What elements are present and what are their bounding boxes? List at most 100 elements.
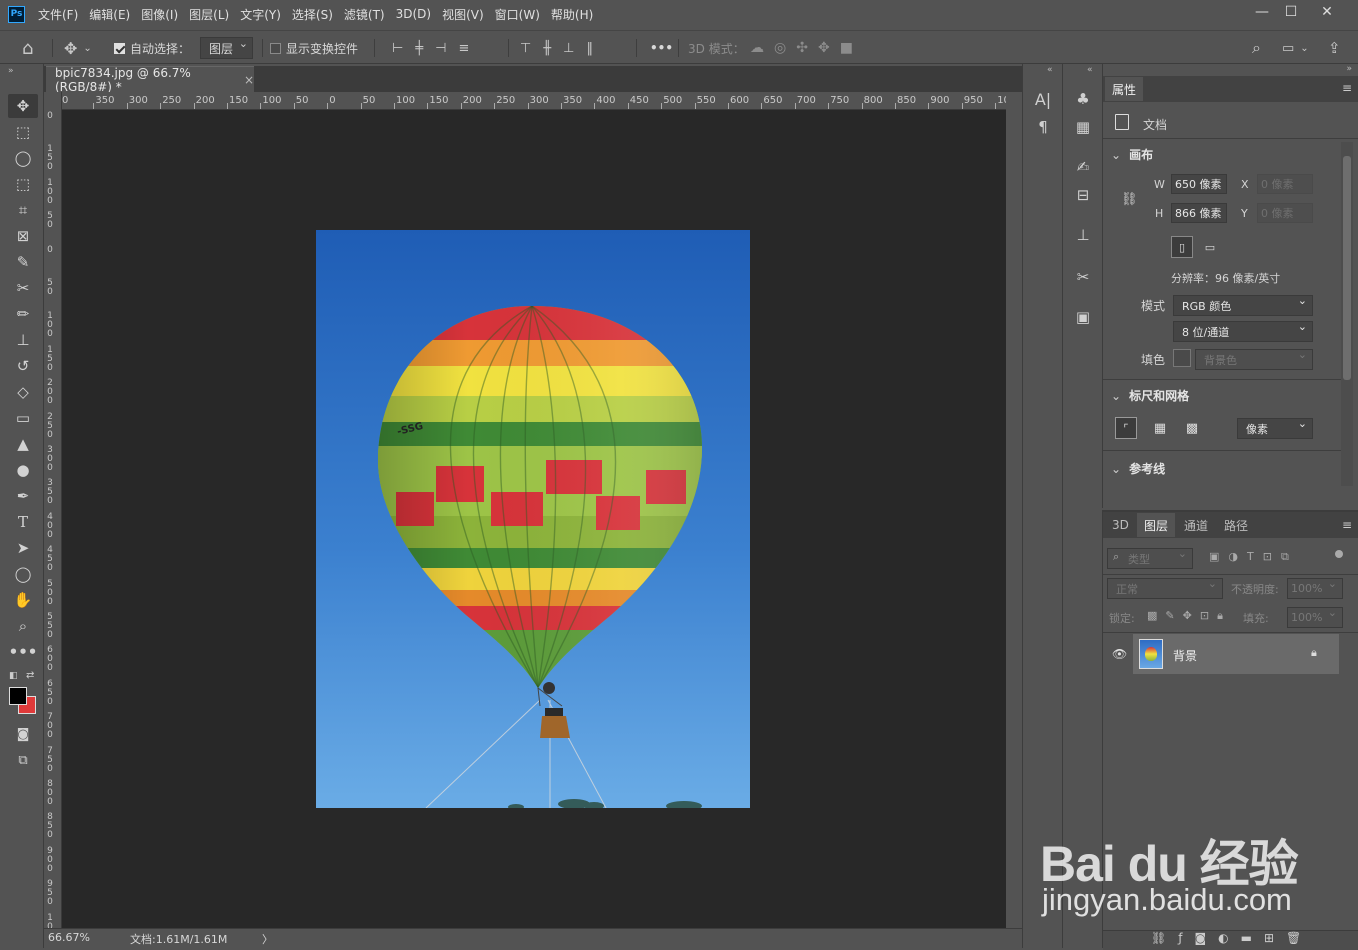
ruler-unit-dropdown[interactable]: 像素 xyxy=(1237,417,1313,439)
eraser-tool-icon[interactable]: ◇ xyxy=(8,380,38,404)
fill-dropdown[interactable]: 背景色 xyxy=(1195,348,1313,370)
share-icon[interactable]: ⇪ xyxy=(1328,31,1341,65)
properties-scroll-thumb[interactable] xyxy=(1343,156,1351,380)
color-mode-dropdown[interactable]: RGB 颜色 xyxy=(1173,294,1313,316)
menu-file[interactable]: 文件(F) xyxy=(38,6,78,23)
history-brush-icon[interactable]: ↺ xyxy=(8,354,38,378)
visibility-eye-icon[interactable]: 👁︎ xyxy=(1112,647,1127,661)
align-icons-group[interactable]: ⊢ ╪ ⊣ ≡ xyxy=(392,31,481,65)
adjustments-panel-icon[interactable]: ⊟ xyxy=(1069,182,1097,208)
eyedropper-tool-icon[interactable]: ✎ xyxy=(8,250,38,274)
brush-settings-icon[interactable]: ✍ xyxy=(1069,154,1097,180)
tab-3d[interactable]: 3D xyxy=(1105,513,1136,537)
maximize-button[interactable]: ☐ xyxy=(1275,0,1307,24)
width-field[interactable]: 650 像素 xyxy=(1171,174,1227,194)
quick-select-tool-icon[interactable]: ⬚ xyxy=(8,172,38,196)
notes-panel-icon[interactable]: ▣ xyxy=(1069,304,1097,330)
screen-mode-icon[interactable]: ⧉ xyxy=(8,748,38,772)
tab-paths[interactable]: 路径 xyxy=(1217,513,1255,537)
rulers-grid-section-header[interactable]: 标尺和网格 xyxy=(1111,387,1189,404)
menu-3d[interactable]: 3D(D) xyxy=(396,7,431,21)
pixel-grid-toggle-icon[interactable]: ▩ xyxy=(1181,417,1203,439)
tab-layers[interactable]: 图层 xyxy=(1137,513,1176,537)
panel-menu-icon[interactable]: ≡ xyxy=(1342,518,1352,532)
layer-lock-icon[interactable]: 🔒︎ xyxy=(1311,646,1317,660)
pen-tool-icon[interactable]: ✒ xyxy=(8,484,38,508)
opacity-field[interactable]: 100% xyxy=(1287,577,1343,599)
move-tool-icon[interactable]: ✥ ⌄ xyxy=(64,31,92,65)
vertical-scrollbar[interactable] xyxy=(1006,110,1022,928)
collapse-toolbox-icon[interactable]: » xyxy=(8,66,14,76)
swap-colors-icon[interactable]: ⇄ xyxy=(26,670,34,681)
home-icon[interactable]: ⌂ xyxy=(22,31,33,65)
vertical-ruler[interactable]: 0150100500501001502002503003504004505005… xyxy=(44,92,62,928)
menu-view[interactable]: 视图(V) xyxy=(442,6,484,23)
swatches-panel-icon[interactable]: ▦ xyxy=(1069,114,1097,140)
show-transform-checkbox[interactable]: 显示变换控件 xyxy=(270,31,358,65)
layer-name[interactable]: 背景 xyxy=(1173,647,1197,664)
gradient-tool-icon[interactable]: ▭ xyxy=(8,406,38,430)
grid-toggle-icon[interactable]: ▦ xyxy=(1149,417,1171,439)
dodge-tool-icon[interactable]: ● xyxy=(8,458,38,482)
zoom-tool-icon[interactable]: ⌕ xyxy=(8,614,38,638)
filter-toggle-icon[interactable] xyxy=(1335,550,1343,558)
clone-source-icon[interactable]: ⊥ xyxy=(1069,222,1097,248)
more-tools-icon[interactable]: ••• xyxy=(8,640,38,664)
search-icon[interactable]: ⌕ xyxy=(1252,31,1261,65)
fill-field[interactable]: 100% xyxy=(1287,606,1343,628)
portrait-orientation-icon[interactable]: ▯ xyxy=(1171,236,1193,258)
move-tool-icon[interactable]: ✥ xyxy=(8,94,38,118)
y-field[interactable]: 0 像素 xyxy=(1257,203,1313,223)
menu-filter[interactable]: 滤镜(T) xyxy=(344,6,385,23)
menu-image[interactable]: 图像(I) xyxy=(141,6,178,23)
paragraph-panel-icon[interactable]: ¶ xyxy=(1029,114,1057,140)
crop-tool-icon[interactable]: ⌗ xyxy=(8,198,38,222)
lasso-tool-icon[interactable]: ◯ xyxy=(8,146,38,170)
brush-tool-icon[interactable]: ✏ xyxy=(8,302,38,326)
type-tool-icon[interactable]: T xyxy=(8,510,38,534)
character-panel-icon[interactable]: A| xyxy=(1029,86,1057,112)
collapse-panel-icon[interactable]: » xyxy=(1346,64,1352,74)
blur-tool-icon[interactable]: ▲ xyxy=(8,432,38,456)
healing-tool-icon[interactable]: ✂ xyxy=(8,276,38,300)
default-colors-icon[interactable]: ◧ xyxy=(9,671,18,681)
menu-window[interactable]: 窗口(W) xyxy=(495,6,540,23)
filter-icons[interactable]: ▣◑T⊡⧉ xyxy=(1209,550,1298,564)
auto-select-target-dropdown[interactable]: 图层 xyxy=(200,37,253,59)
x-field[interactable]: 0 像素 xyxy=(1257,174,1313,194)
blend-mode-dropdown[interactable]: 正常 xyxy=(1107,577,1223,599)
hand-tool-icon[interactable]: ✋ xyxy=(8,588,38,612)
menu-edit[interactable]: 编辑(E) xyxy=(89,6,130,23)
checkbox-unchecked-icon[interactable] xyxy=(270,42,281,54)
menu-type[interactable]: 文字(Y) xyxy=(240,6,281,23)
close-tab-icon[interactable]: × xyxy=(244,73,254,87)
bit-depth-dropdown[interactable]: 8 位/通道 xyxy=(1173,320,1313,342)
workspace-icon[interactable]: ▭ ⌄ xyxy=(1282,31,1309,65)
panel-menu-icon[interactable]: ≡ xyxy=(1342,81,1352,95)
layers-footer-icons[interactable]: ⛓ƒ◙◐▬⊞🗑︎ xyxy=(1151,931,1313,945)
ruler-toggle-icon[interactable]: ⌜ xyxy=(1115,417,1137,439)
3d-mode-icons[interactable]: ☁ ◎ ✣ ✥ ■ xyxy=(750,31,863,65)
menu-layer[interactable]: 图层(L) xyxy=(189,6,229,23)
ellipse-tool-icon[interactable]: ◯ xyxy=(8,562,38,586)
canvas-section-header[interactable]: 画布 xyxy=(1111,146,1153,163)
status-menu-arrow[interactable]: 〉 xyxy=(262,931,273,947)
auto-select-checkbox[interactable]: 自动选择： xyxy=(114,31,190,65)
tab-channels[interactable]: 通道 xyxy=(1177,513,1215,537)
canvas-area[interactable]: -SSG xyxy=(62,110,1006,928)
path-select-tool-icon[interactable]: ➤ xyxy=(8,536,38,560)
hot-air-balloon-image[interactable]: -SSG xyxy=(316,230,750,808)
layer-row[interactable] xyxy=(1133,634,1339,674)
horizontal-ruler[interactable]: 0 350 300 250 200 150 100 50 0 50 100 150 200 250 300 3… xyxy=(62,92,1006,110)
tool-presets-icon[interactable]: ✂ xyxy=(1069,264,1097,290)
collapse-strip-icon[interactable]: « xyxy=(1047,65,1053,75)
layer-filter-dropdown[interactable]: 类型 xyxy=(1107,547,1193,569)
fill-color-swatch[interactable] xyxy=(1173,349,1191,367)
menu-select[interactable]: 选择(S) xyxy=(292,6,333,23)
lock-icons[interactable]: ▩✎✥⊡🔒︎ xyxy=(1147,609,1231,623)
guides-section-header[interactable]: 参考线 xyxy=(1111,460,1165,477)
landscape-orientation-icon[interactable]: ▭ xyxy=(1199,236,1221,258)
color-panel-icon[interactable]: ♣ xyxy=(1069,86,1097,112)
minimize-button[interactable]: — xyxy=(1246,0,1278,24)
foreground-color-swatch[interactable] xyxy=(9,687,27,705)
